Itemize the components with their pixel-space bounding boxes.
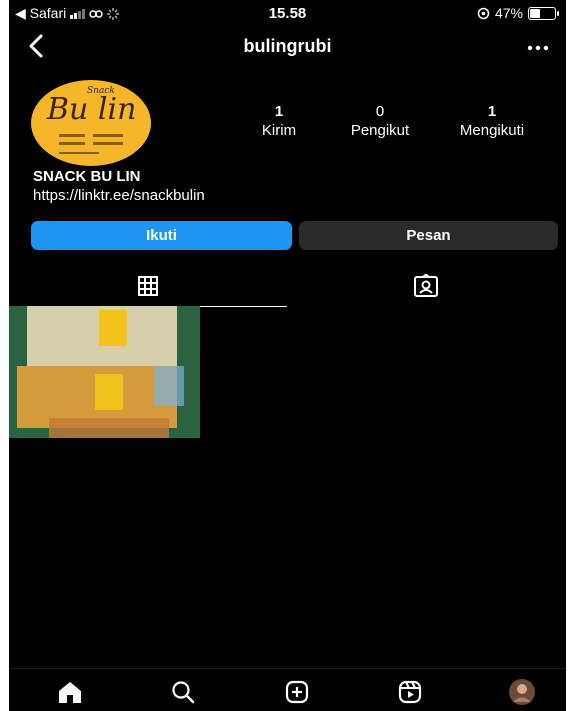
profile-link[interactable]: https://linktr.ee/snackbulin xyxy=(33,187,205,204)
snack-photo-image xyxy=(9,306,200,438)
more-options-icon[interactable] xyxy=(526,36,550,60)
username-title: bulingrubi xyxy=(243,36,332,56)
stat-following-value: 1 xyxy=(487,103,497,120)
status-bar: ◀ Safari 15.58 47% xyxy=(9,0,566,26)
bottom-nav xyxy=(9,668,566,711)
stat-following[interactable]: 1 Mengikuti xyxy=(436,103,548,139)
reels-icon xyxy=(398,680,422,704)
battery-percent: 47% xyxy=(494,5,523,21)
stat-followers[interactable]: 0 Pengikut xyxy=(324,103,436,139)
stat-followers-label: Pengikut xyxy=(350,122,410,139)
message-button[interactable]: Pesan xyxy=(299,221,558,250)
avatar-brand-text: Bu lin xyxy=(47,92,137,127)
phone-screen: ◀ Safari 15.58 47% bulingrubi Snack Bu l… xyxy=(9,0,566,711)
profile-header: bulingrubi xyxy=(9,30,566,64)
home-icon xyxy=(59,682,81,703)
nav-home[interactable] xyxy=(55,679,85,705)
search-icon xyxy=(172,681,195,704)
create-icon xyxy=(285,680,309,704)
profile-name: SNACK BU LIN xyxy=(33,168,141,185)
follow-button[interactable]: Ikuti xyxy=(31,221,292,250)
nav-profile[interactable] xyxy=(507,679,537,705)
profile-stats: 1 Kirim 0 Pengikut 1 Mengikuti xyxy=(234,103,556,139)
nav-create[interactable] xyxy=(282,679,312,705)
stat-posts-label: Kirim xyxy=(261,122,297,139)
stat-followers-value: 0 xyxy=(375,103,385,120)
grid-icon xyxy=(138,276,158,296)
orientation-lock-icon xyxy=(477,7,490,19)
tab-tagged[interactable] xyxy=(287,266,565,306)
nav-reels[interactable] xyxy=(395,679,425,705)
profile-avatar[interactable]: Snack Bu lin xyxy=(31,80,151,166)
stat-posts-value: 1 xyxy=(274,103,284,120)
tab-posts-grid[interactable] xyxy=(9,266,287,307)
battery-icon xyxy=(528,6,559,20)
stat-following-label: Mengikuti xyxy=(459,122,525,139)
nav-search[interactable] xyxy=(168,679,198,705)
status-right: 47% xyxy=(477,5,559,21)
profile-tabs xyxy=(9,266,566,307)
post-thumbnail[interactable] xyxy=(9,306,200,438)
tagged-icon xyxy=(414,274,438,297)
stat-posts[interactable]: 1 Kirim xyxy=(234,103,324,139)
profile-avatar-icon xyxy=(509,679,535,705)
